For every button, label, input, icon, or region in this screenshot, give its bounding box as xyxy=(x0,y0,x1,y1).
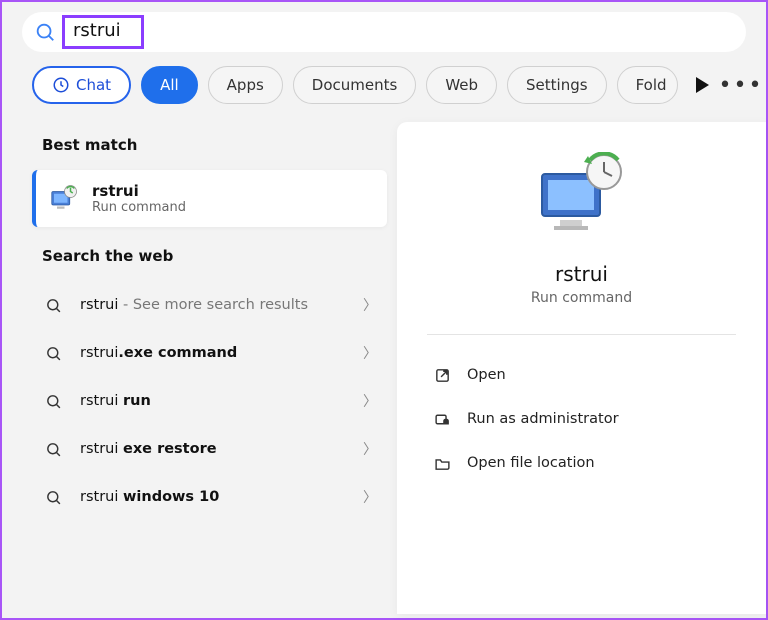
search-query-highlight: rstrui xyxy=(62,15,144,49)
web-result-text: rstrui.exe command xyxy=(68,344,363,363)
action-run-admin[interactable]: Run as administrator xyxy=(427,397,736,441)
chevron-right-icon: 〉 xyxy=(363,343,377,363)
search-icon xyxy=(38,441,68,458)
content-columns: Best match rstrui Run command Search the… xyxy=(2,122,766,614)
action-file-location[interactable]: Open file location xyxy=(427,441,736,485)
web-result-item[interactable]: rstrui windows 10〉 xyxy=(32,473,387,521)
open-icon xyxy=(433,366,451,384)
web-result-text: rstrui - See more search results xyxy=(68,296,363,315)
tab-web[interactable]: Web xyxy=(426,66,497,104)
search-icon xyxy=(38,489,68,506)
results-column: Best match rstrui Run command Search the… xyxy=(2,122,397,614)
best-match-item[interactable]: rstrui Run command xyxy=(32,170,387,227)
action-admin-label: Run as administrator xyxy=(467,411,619,427)
tab-all-label: All xyxy=(160,76,179,94)
tab-folders[interactable]: Fold xyxy=(617,66,678,104)
best-match-subtitle: Run command xyxy=(92,200,186,215)
chevron-right-icon: 〉 xyxy=(363,439,377,459)
web-result-item[interactable]: rstrui run〉 xyxy=(32,377,387,425)
web-result-item[interactable]: rstrui.exe command〉 xyxy=(32,329,387,377)
detail-title: rstrui xyxy=(427,262,736,286)
tab-all[interactable]: All xyxy=(141,66,198,104)
search-icon xyxy=(38,393,68,410)
action-open[interactable]: Open xyxy=(427,353,736,397)
search-icon xyxy=(38,297,68,314)
web-result-text: rstrui windows 10 xyxy=(68,488,363,507)
search-bar[interactable]: rstrui xyxy=(22,12,746,52)
bing-chat-icon xyxy=(52,76,70,94)
chevron-right-icon: 〉 xyxy=(363,487,377,507)
folder-icon xyxy=(433,454,451,472)
search-query-text: rstrui xyxy=(73,20,121,41)
web-result-item[interactable]: rstrui - See more search results〉 xyxy=(32,281,387,329)
search-web-heading: Search the web xyxy=(42,247,387,265)
scroll-tabs-right-icon[interactable] xyxy=(696,77,709,93)
chevron-right-icon: 〉 xyxy=(363,391,377,411)
system-restore-icon xyxy=(48,184,78,214)
tab-apps[interactable]: Apps xyxy=(208,66,283,104)
more-options-icon[interactable]: ••• xyxy=(719,73,768,98)
tab-folders-label: Fold xyxy=(636,76,667,94)
search-row: rstrui xyxy=(2,2,766,52)
tab-settings-label: Settings xyxy=(526,76,588,94)
action-location-label: Open file location xyxy=(467,455,595,471)
web-results-list: rstrui - See more search results〉rstrui.… xyxy=(32,281,387,521)
chevron-right-icon: 〉 xyxy=(363,295,377,315)
best-match-title: rstrui xyxy=(92,182,186,200)
tab-apps-label: Apps xyxy=(227,76,264,94)
search-icon xyxy=(38,345,68,362)
web-result-item[interactable]: rstrui exe restore〉 xyxy=(32,425,387,473)
search-icon xyxy=(34,21,56,43)
web-result-text: rstrui run xyxy=(68,392,363,411)
web-result-text: rstrui exe restore xyxy=(68,440,363,459)
best-match-heading: Best match xyxy=(42,136,387,154)
action-open-label: Open xyxy=(467,367,506,383)
tab-chat-label: Chat xyxy=(76,76,111,94)
tab-chat[interactable]: Chat xyxy=(32,66,131,104)
tab-documents[interactable]: Documents xyxy=(293,66,417,104)
system-restore-large-icon xyxy=(532,152,632,242)
admin-icon xyxy=(433,410,451,428)
tab-web-label: Web xyxy=(445,76,478,94)
detail-panel: rstrui Run command Open Run as administr… xyxy=(397,122,766,614)
tab-documents-label: Documents xyxy=(312,76,398,94)
tab-settings[interactable]: Settings xyxy=(507,66,607,104)
filter-tabs: Chat All Apps Documents Web Settings Fol… xyxy=(2,52,766,122)
divider xyxy=(427,334,736,335)
detail-subtitle: Run command xyxy=(427,290,736,306)
